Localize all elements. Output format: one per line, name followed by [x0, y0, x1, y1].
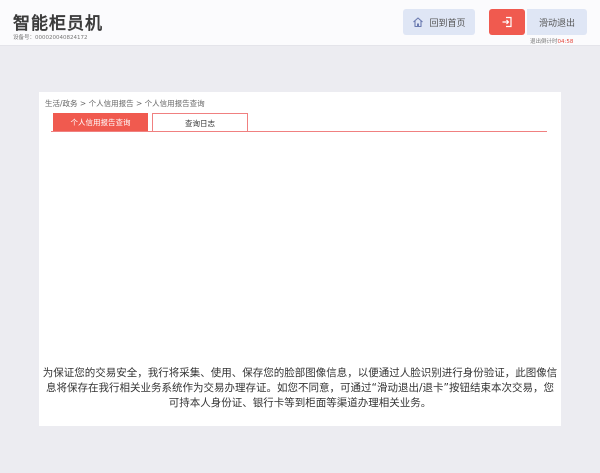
exit-countdown: 退出倒计时04:58	[530, 37, 573, 45]
home-button[interactable]: 回到首页	[403, 9, 475, 35]
countdown-label: 退出倒计时	[530, 39, 558, 45]
tabs-divider	[51, 131, 547, 132]
home-icon	[412, 16, 424, 28]
top-header: 智能柜员机 设备号：000020040824172 回到首页 滑动退出 退出倒计…	[0, 0, 600, 46]
slide-exit-label: 滑动退出	[538, 18, 575, 29]
tab-query-log[interactable]: 查询日志	[152, 113, 248, 132]
home-button-label: 回到首页	[429, 18, 466, 29]
device-number: 设备号：000020040824172	[13, 35, 88, 41]
tab-credit-report-query[interactable]: 个人信用报告查询	[53, 113, 148, 132]
breadcrumb: 生活/政务 > 个人信用报告 > 个人信用报告查询	[45, 99, 205, 108]
app-title: 智能柜员机	[13, 14, 103, 34]
content-panel: 生活/政务 > 个人信用报告 > 个人信用报告查询 个人信用报告查询 查询日志 …	[39, 92, 561, 426]
countdown-time: 04:58	[557, 39, 574, 45]
privacy-notice: 为保证您的交易安全，我行将采集、使用、保存您的脸部图像信息，以便通过人脸识别进行…	[42, 367, 558, 409]
exit-icon	[501, 16, 513, 28]
slide-exit-button[interactable]: 滑动退出	[527, 9, 587, 35]
exit-icon-button[interactable]	[489, 9, 525, 35]
